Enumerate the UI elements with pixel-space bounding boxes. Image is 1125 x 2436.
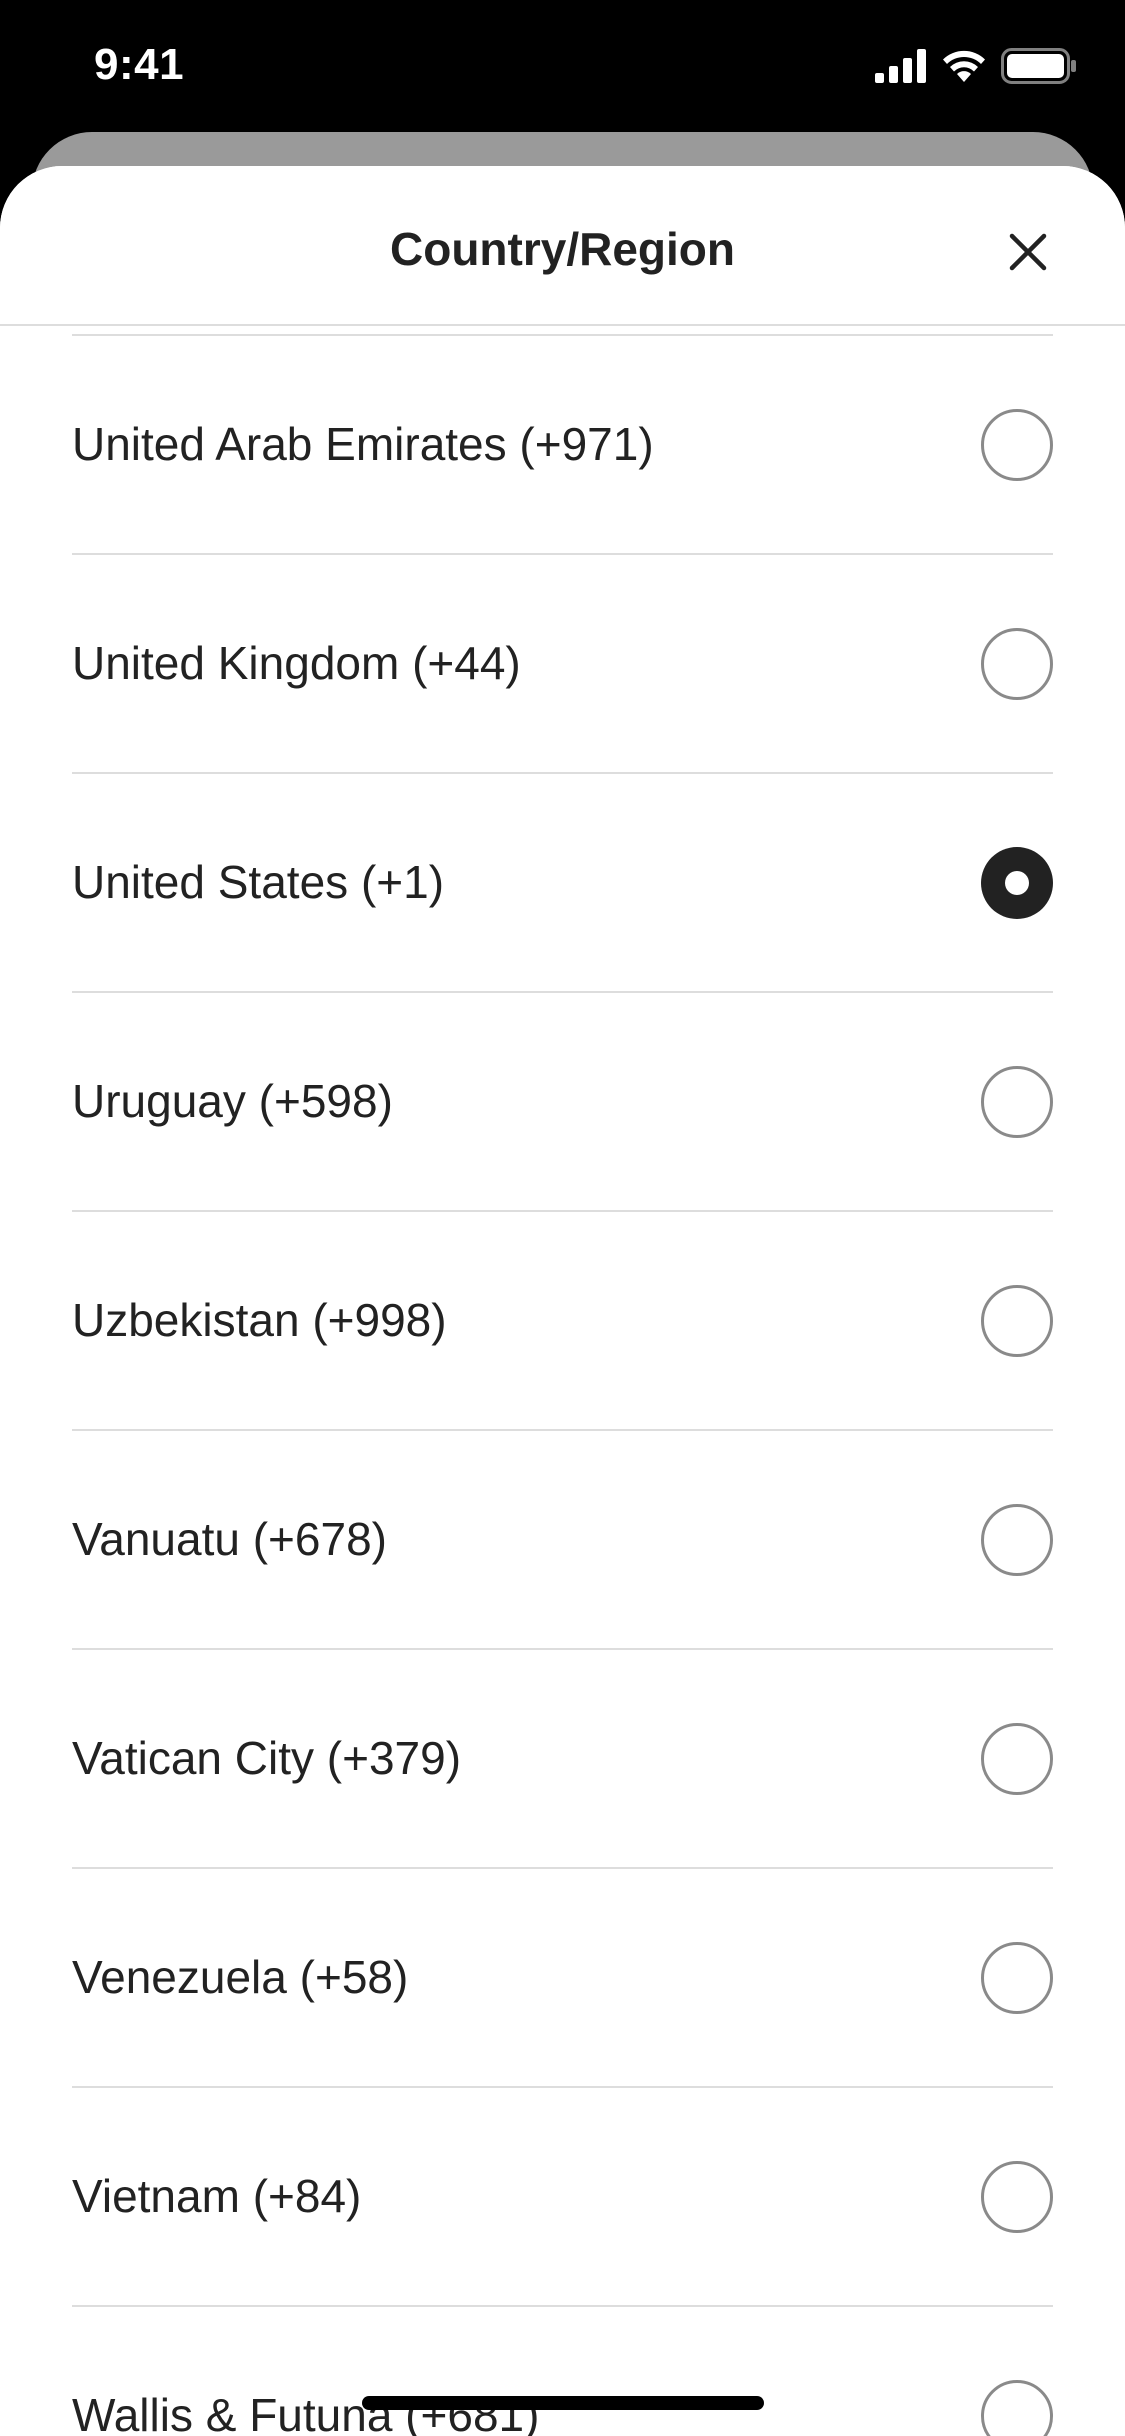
country-option[interactable]: Vietnam (+84): [72, 2088, 1053, 2307]
home-indicator: [362, 2396, 764, 2410]
country-label: Wallis & Futuna (+681): [72, 2389, 540, 2436]
country-label: United Arab Emirates (+971): [72, 418, 654, 470]
cellular-signal-icon: [875, 48, 927, 88]
page-title: Country/Region: [390, 223, 735, 275]
country-label: Vietnam (+84): [72, 2170, 362, 2222]
country-option[interactable]: United Kingdom (+44): [72, 555, 1053, 774]
country-label: Vanuatu (+678): [72, 1513, 387, 1565]
close-icon: [1008, 232, 1048, 277]
country-list: United Arab Emirates (+971) United Kingdo…: [0, 334, 1125, 2436]
country-label: Uzbekistan (+998): [72, 1294, 447, 1346]
country-label: United States (+1): [72, 856, 445, 908]
status-icons: [875, 47, 1077, 89]
country-option[interactable]: Uzbekistan (+998): [72, 1212, 1053, 1431]
country-option[interactable]: United Arab Emirates (+971): [72, 336, 1053, 555]
country-label: United Kingdom (+44): [72, 637, 521, 689]
close-button[interactable]: [990, 216, 1066, 292]
country-option[interactable]: Vatican City (+379): [72, 1650, 1053, 1869]
country-option[interactable]: United States (+1): [72, 774, 1053, 993]
status-bar: 9:41: [0, 0, 1125, 132]
radio-button[interactable]: [981, 1504, 1053, 1576]
radio-button[interactable]: [981, 409, 1053, 481]
radio-button[interactable]: [981, 1066, 1053, 1138]
radio-button[interactable]: [981, 1942, 1053, 2014]
radio-button-selected[interactable]: [981, 847, 1053, 919]
radio-button[interactable]: [981, 2380, 1053, 2436]
sheet-header: Country/Region: [0, 166, 1125, 326]
country-label: Uruguay (+598): [72, 1075, 393, 1127]
country-option[interactable]: Vanuatu (+678): [72, 1431, 1053, 1650]
radio-button[interactable]: [981, 1723, 1053, 1795]
country-region-sheet: Country/Region United Arab Emirates (+97…: [0, 166, 1125, 2436]
country-option[interactable]: Venezuela (+58): [72, 1869, 1053, 2088]
wifi-icon: [941, 49, 987, 88]
status-time: 9:41: [94, 40, 185, 89]
radio-button[interactable]: [981, 628, 1053, 700]
radio-button[interactable]: [981, 1285, 1053, 1357]
country-option[interactable]: Wallis & Futuna (+681): [72, 2307, 1053, 2436]
country-label: Vatican City (+379): [72, 1732, 462, 1784]
battery-icon: [1001, 47, 1077, 89]
radio-button[interactable]: [981, 2161, 1053, 2233]
country-option[interactable]: Uruguay (+598): [72, 993, 1053, 1212]
country-label: Venezuela (+58): [72, 1951, 409, 2003]
